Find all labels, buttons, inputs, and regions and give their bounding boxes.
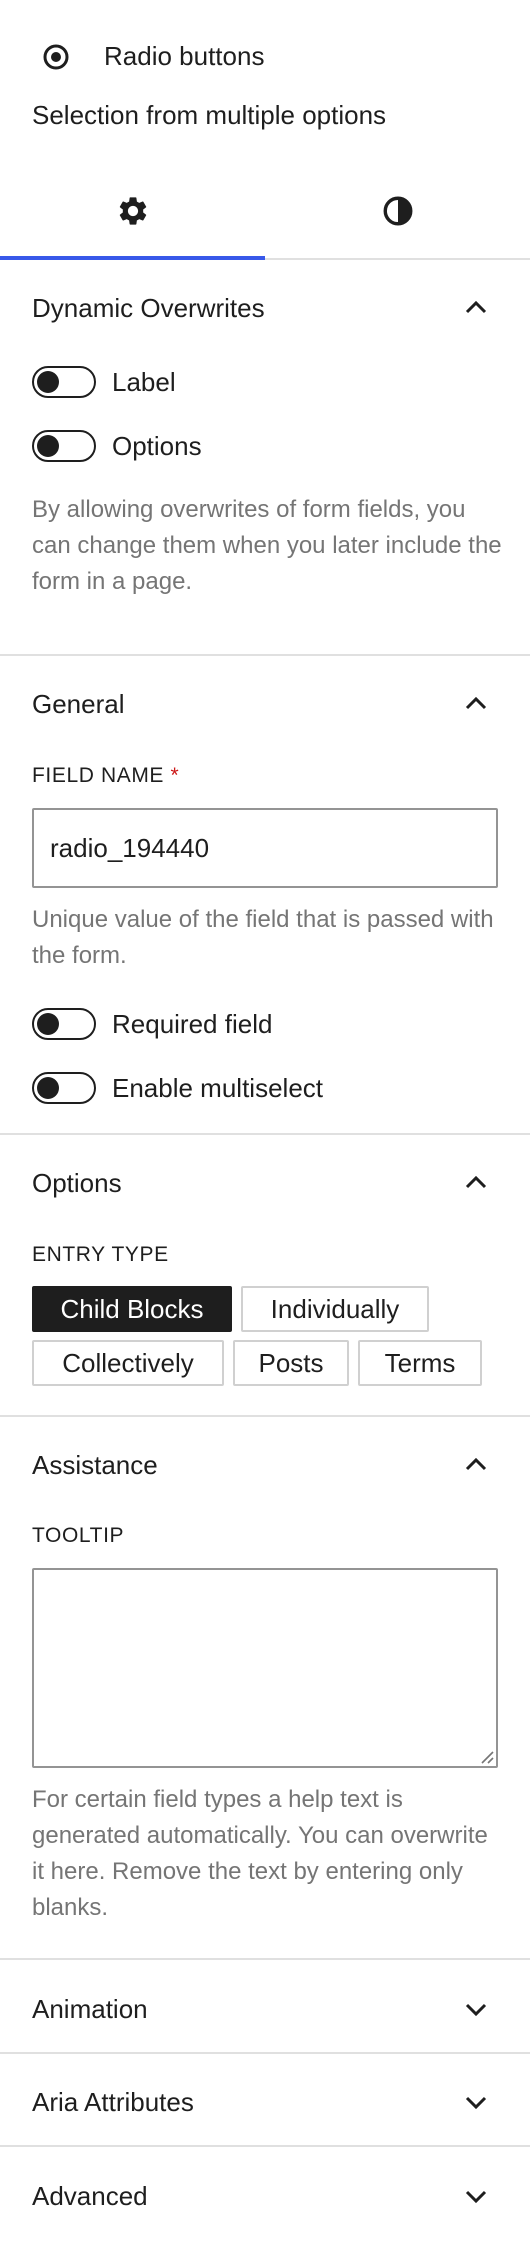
inspector-tabs — [0, 168, 530, 260]
toggle-switch[interactable] — [32, 366, 96, 398]
dynamic-overwrites-help: By allowing overwrites of form fields, y… — [32, 496, 502, 595]
required-marker: * — [170, 764, 180, 787]
entry-type-terms[interactable]: Terms — [358, 1340, 482, 1386]
toggle-label: Options — [112, 431, 202, 461]
toggle-switch[interactable] — [32, 1072, 96, 1104]
panel-title: Advanced — [32, 2181, 148, 2211]
panel-title: Assistance — [32, 1450, 158, 1480]
panel-advanced-toggle[interactable]: Advanced — [0, 2166, 530, 2226]
tooltip-label: TOOLTIP — [32, 1524, 125, 1547]
panel-dynamic-overwrites-toggle[interactable]: Dynamic Overwrites — [0, 278, 530, 338]
panel-title: Animation — [32, 1994, 148, 2024]
block-card: Radio buttons Selection from multiple op… — [0, 0, 530, 150]
toggle-label: Enable multiselect — [112, 1073, 323, 1103]
entry-type-child-blocks[interactable]: Child Blocks — [32, 1286, 232, 1332]
block-description: Selection from multiple options — [32, 100, 387, 130]
contrast-icon — [381, 194, 415, 233]
tooltip-help: For certain field types a help text is g… — [32, 1786, 488, 1921]
panel-title: General — [32, 689, 125, 719]
divider — [0, 1415, 530, 1417]
divider — [0, 2145, 530, 2147]
toggle-options-overwrite[interactable]: Options — [32, 426, 202, 466]
radio-button-icon — [42, 43, 70, 71]
chevron-up-icon — [462, 1169, 490, 1197]
divider — [0, 1133, 530, 1135]
tab-settings[interactable] — [0, 168, 265, 260]
panel-general-toggle[interactable]: General — [0, 674, 530, 734]
toggle-label: Label — [112, 367, 176, 397]
panel-assistance-toggle[interactable]: Assistance — [0, 1435, 530, 1495]
panel-animation-toggle[interactable]: Animation — [0, 1979, 530, 2039]
panel-title: Dynamic Overwrites — [32, 293, 265, 323]
chevron-down-icon — [462, 1995, 490, 2023]
toggle-required-field[interactable]: Required field — [32, 1004, 272, 1044]
chevron-up-icon — [462, 294, 490, 322]
tab-styles[interactable] — [265, 168, 530, 258]
entry-type-posts[interactable]: Posts — [233, 1340, 349, 1386]
panel-title: Options — [32, 1168, 122, 1198]
tooltip-textarea[interactable] — [32, 1568, 498, 1768]
entry-type-label: ENTRY TYPE — [32, 1243, 169, 1266]
divider — [0, 2052, 530, 2054]
chevron-up-icon — [462, 1451, 490, 1479]
entry-type-individually[interactable]: Individually — [241, 1286, 429, 1332]
block-title: Radio buttons — [104, 41, 265, 71]
resize-handle-icon[interactable] — [478, 1748, 494, 1764]
field-name-label-text: FIELD NAME — [32, 764, 165, 787]
gear-icon — [116, 194, 150, 233]
toggle-enable-multiselect[interactable]: Enable multiselect — [32, 1068, 323, 1108]
field-name-help: Unique value of the field that is passed… — [32, 906, 494, 969]
divider — [0, 654, 530, 656]
chevron-down-icon — [462, 2088, 490, 2116]
panel-aria-attributes-toggle[interactable]: Aria Attributes — [0, 2072, 530, 2132]
field-name-label: FIELD NAME * — [32, 762, 179, 790]
chevron-down-icon — [462, 2182, 490, 2210]
panel-options-toggle[interactable]: Options — [0, 1153, 530, 1213]
field-name-input[interactable] — [32, 808, 498, 888]
divider — [0, 1958, 530, 1960]
entry-type-collectively[interactable]: Collectively — [32, 1340, 224, 1386]
panel-title: Aria Attributes — [32, 2087, 194, 2117]
toggle-switch[interactable] — [32, 430, 96, 462]
chevron-up-icon — [462, 690, 490, 718]
toggle-label-overwrite[interactable]: Label — [32, 362, 176, 402]
toggle-label: Required field — [112, 1009, 273, 1039]
toggle-switch[interactable] — [32, 1008, 96, 1040]
